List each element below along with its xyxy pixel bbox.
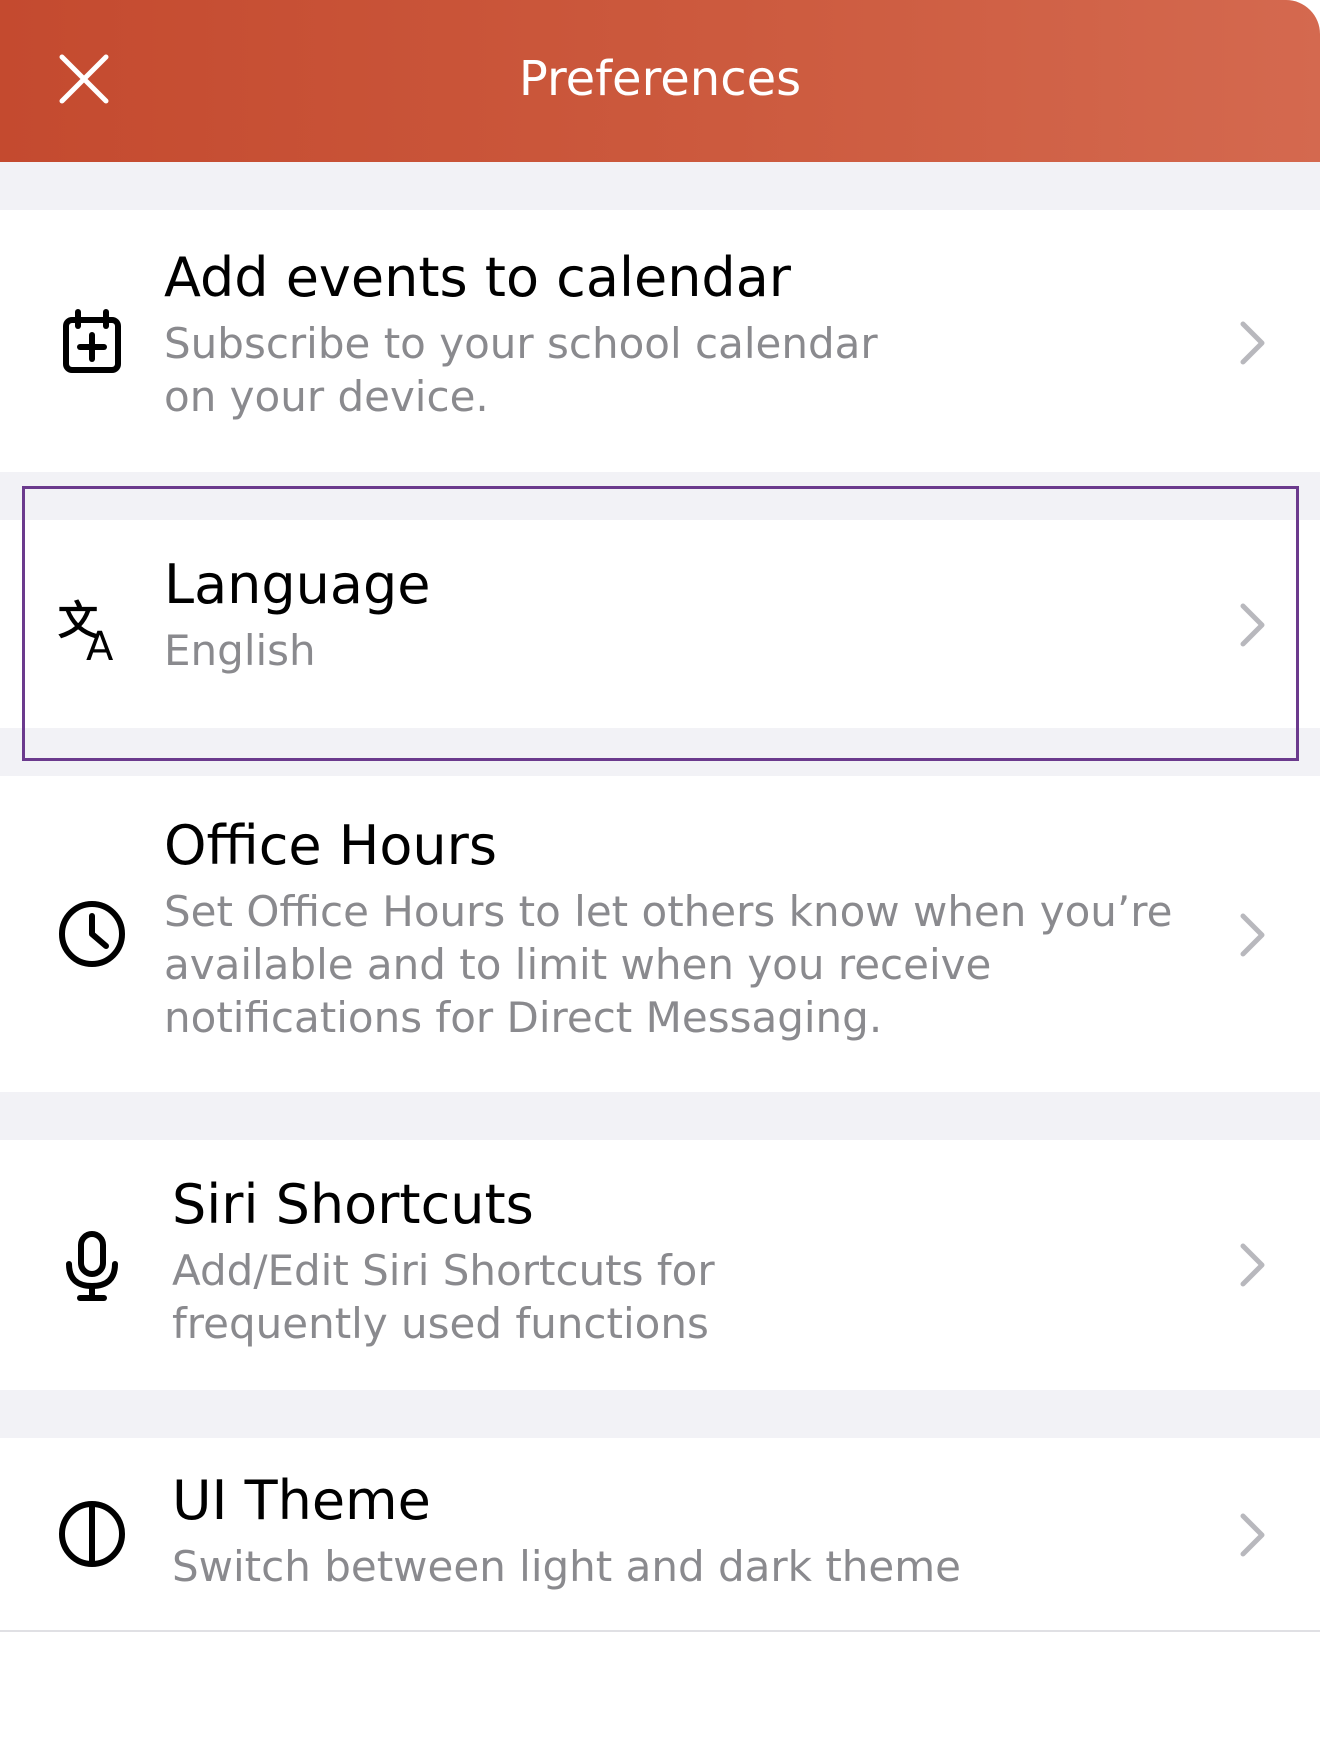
section-gap xyxy=(0,162,1320,210)
microphone-icon xyxy=(56,1230,128,1302)
section-gap xyxy=(0,1092,1320,1140)
close-icon xyxy=(59,54,109,104)
siri-shortcuts-row[interactable]: Siri Shortcuts Add/Edit Siri Shortcuts f… xyxy=(0,1140,1320,1390)
calendar-add-icon xyxy=(56,306,128,378)
chevron-right-icon xyxy=(1234,600,1270,650)
row-title: Office Hours xyxy=(164,814,497,877)
row-title: UI Theme xyxy=(172,1469,431,1532)
translate-icon: 文 A xyxy=(56,592,128,670)
section-gap xyxy=(0,1390,1320,1438)
list-bottom-divider xyxy=(0,1630,1320,1632)
language-row[interactable]: 文 A Language English xyxy=(0,520,1320,728)
siri-shortcuts-row-text: Siri Shortcuts Add/Edit Siri Shortcuts f… xyxy=(172,1172,940,1350)
calendar-row-text: Add events to calendar Subscribe to your… xyxy=(164,245,940,423)
svg-text:A: A xyxy=(86,624,114,664)
ui-theme-row-text: UI Theme Switch between light and dark t… xyxy=(172,1468,1190,1593)
page-title: Preferences xyxy=(518,51,802,107)
close-button[interactable] xyxy=(54,49,114,109)
row-title: Siri Shortcuts xyxy=(172,1173,534,1236)
half-circle-theme-icon xyxy=(56,1498,128,1570)
ui-theme-row[interactable]: UI Theme Switch between light and dark t… xyxy=(0,1438,1320,1630)
row-subtitle: Switch between light and dark theme xyxy=(172,1542,961,1591)
clock-icon xyxy=(56,898,128,970)
header-bar: Preferences xyxy=(0,0,1320,162)
row-subtitle: Add/Edit Siri Shortcuts for frequently u… xyxy=(172,1246,715,1348)
row-subtitle: English xyxy=(164,626,316,675)
row-title: Add events to calendar xyxy=(164,246,791,309)
language-row-text: Language English xyxy=(164,552,1190,677)
row-subtitle: Subscribe to your school calendar on you… xyxy=(164,319,878,421)
row-subtitle: Set Office Hours to let others know when… xyxy=(164,887,1173,1042)
office-hours-row[interactable]: Office Hours Set Office Hours to let oth… xyxy=(0,776,1320,1092)
office-hours-row-text: Office Hours Set Office Hours to let oth… xyxy=(164,813,1190,1044)
section-gap xyxy=(0,728,1320,776)
chevron-right-icon xyxy=(1234,1510,1270,1560)
chevron-right-icon xyxy=(1234,1240,1270,1290)
row-title: Language xyxy=(164,553,431,616)
chevron-right-icon xyxy=(1234,318,1270,368)
section-gap xyxy=(0,472,1320,520)
chevron-right-icon xyxy=(1234,910,1270,960)
calendar-row[interactable]: Add events to calendar Subscribe to your… xyxy=(0,210,1320,472)
